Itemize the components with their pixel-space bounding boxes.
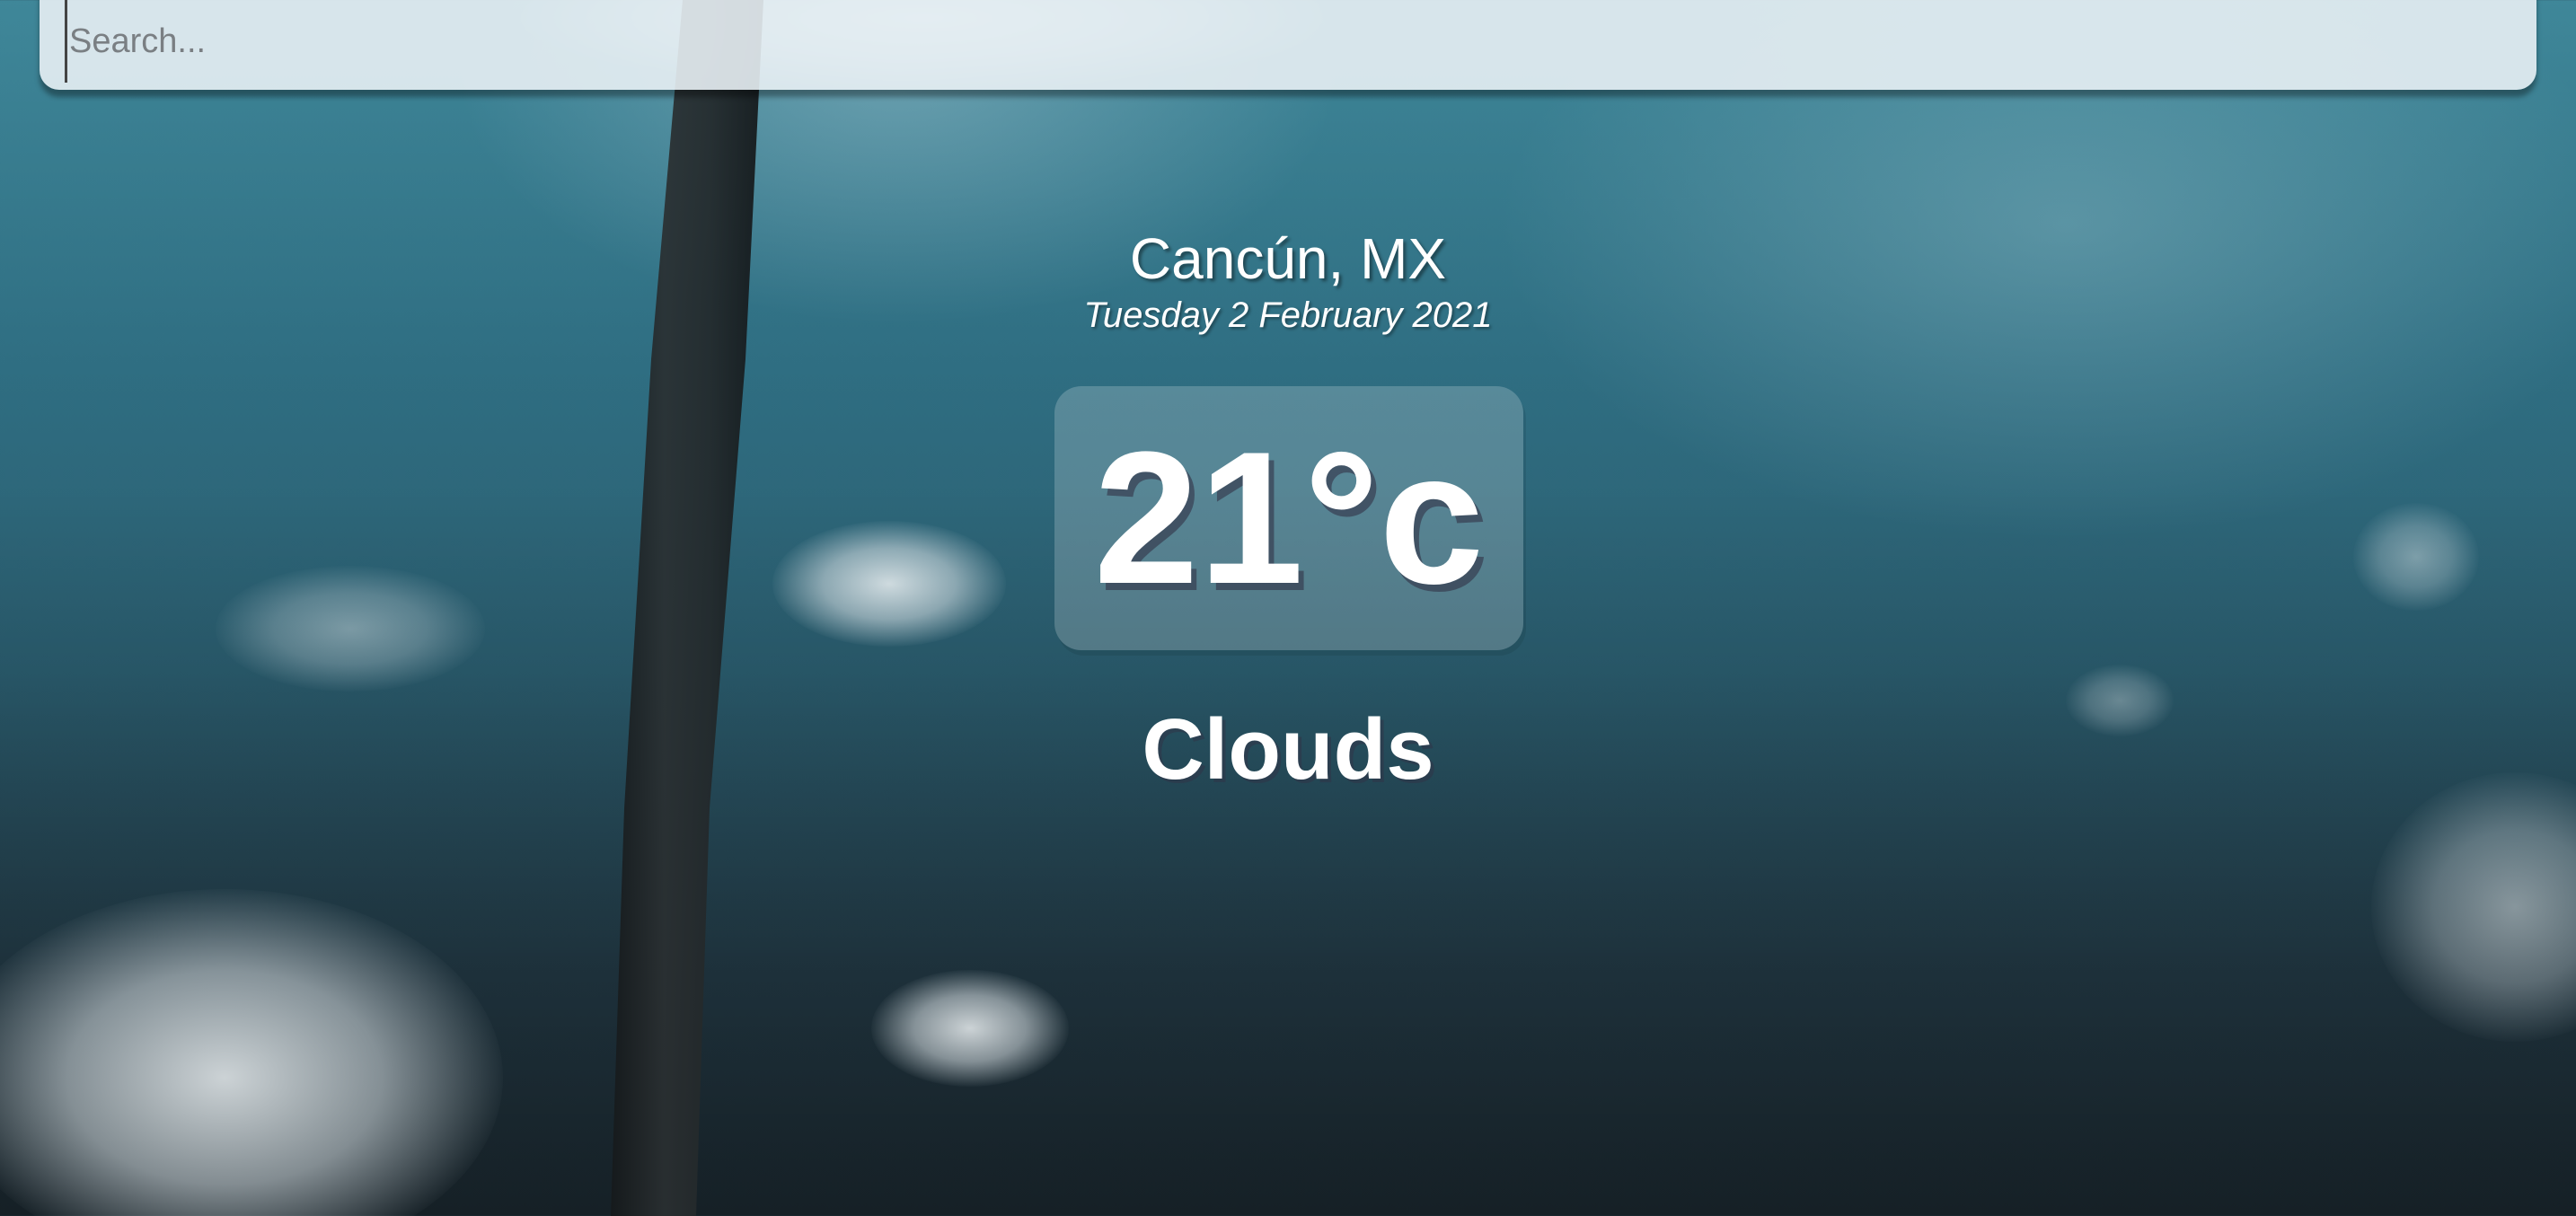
- location-name: Cancún, MX: [1129, 226, 1447, 291]
- search-input[interactable]: [65, 0, 2512, 83]
- temperature-value: 21°c: [1093, 412, 1485, 623]
- cloud-decoration: [772, 521, 1006, 647]
- cloud-decoration: [871, 970, 1069, 1087]
- location-box: Cancún, MX Tuesday 2 February 2021: [0, 226, 2576, 338]
- search-bar: [40, 0, 2536, 90]
- temperature-box: 21°c: [1054, 386, 1523, 650]
- cloud-decoration: [216, 566, 485, 692]
- current-date: Tuesday 2 February 2021: [1083, 295, 1493, 335]
- cloud-decoration: [2353, 503, 2479, 611]
- weather-condition: Clouds: [1142, 701, 1434, 797]
